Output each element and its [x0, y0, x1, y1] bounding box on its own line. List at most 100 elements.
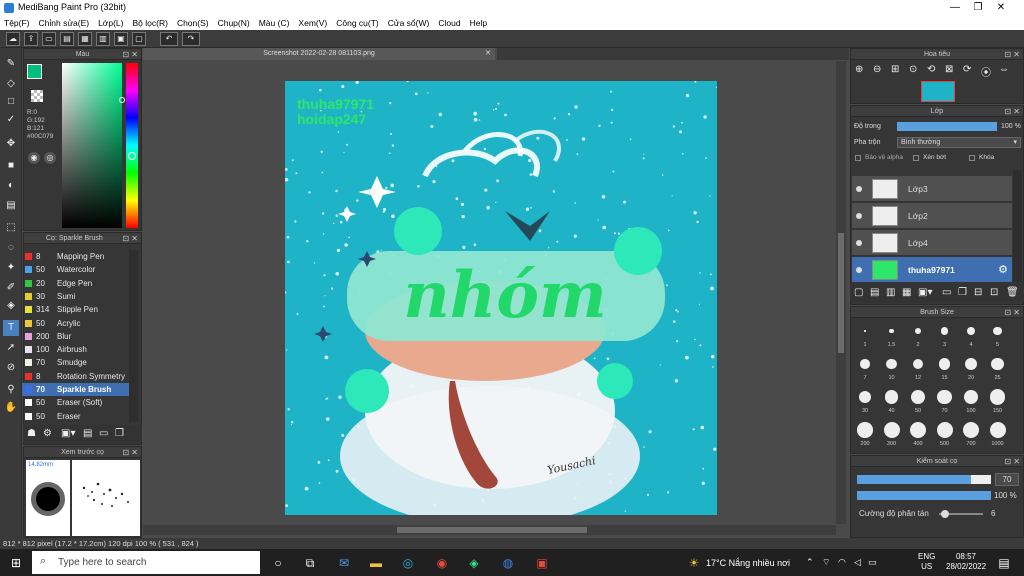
artwork-canvas[interactable]: thuha97971 hoidap247 nhóm Yousachi	[285, 81, 717, 515]
clip-checkbox[interactable]	[913, 155, 919, 161]
brush-size-dot[interactable]	[912, 358, 924, 370]
flip-icon[interactable]: ⇔	[999, 64, 1009, 75]
settings-icon[interactable]: ▣	[114, 32, 128, 46]
layer-row[interactable]: Lớp3	[852, 176, 1012, 202]
close-icon[interactable]: ⊡ ✕	[1004, 49, 1020, 60]
menu-tools[interactable]: Công cụ(T)	[336, 18, 379, 28]
mail-icon[interactable]: ✉	[336, 555, 352, 571]
action-center-icon[interactable]: ▤	[996, 555, 1012, 571]
battery-icon[interactable]: ▭	[868, 557, 877, 568]
wifi-icon[interactable]: ◠	[838, 557, 846, 568]
redo-icon[interactable]: ↷	[182, 32, 200, 46]
weather-text[interactable]: 17°C Nắng nhiều nơi	[706, 558, 790, 568]
grid-icon[interactable]: ▥	[96, 32, 110, 46]
visibility-eye-icon[interactable]	[856, 213, 862, 219]
brush-item[interactable]: 8 Mapping Pen	[22, 250, 130, 263]
brush-size-dot[interactable]	[965, 358, 977, 370]
brush-size-dot[interactable]	[864, 330, 866, 332]
new-layer-icon[interactable]: ▢	[854, 287, 863, 298]
horizontal-scrollbar[interactable]	[143, 525, 836, 535]
brush-item[interactable]: 20 Edge Pen	[22, 277, 130, 290]
brush-item-selected[interactable]: 70 Sparkle Brush	[22, 383, 130, 396]
language-indicator[interactable]: ENG US	[918, 552, 935, 572]
menu-file[interactable]: Tệp(F)	[4, 18, 30, 28]
brush-size-dot[interactable]	[858, 390, 872, 404]
cloud-icon[interactable]: ☁	[6, 32, 20, 46]
chrome-icon[interactable]: ◉	[434, 555, 450, 571]
brush-size-dot[interactable]	[910, 422, 926, 438]
brush-size-dot[interactable]	[963, 422, 979, 438]
brush-size-dot[interactable]	[938, 358, 951, 370]
foreground-color-swatch[interactable]	[27, 64, 42, 79]
menu-select[interactable]: Chọn(S)	[177, 18, 209, 28]
brush-size-dot[interactable]	[857, 422, 873, 438]
layer-row[interactable]: Lớp4	[852, 230, 1012, 256]
close-icon[interactable]: ⊡ ✕	[1004, 307, 1020, 318]
navigator-thumbnail[interactable]	[921, 81, 955, 102]
visibility-eye-icon[interactable]	[856, 186, 862, 192]
select-pen-icon[interactable]: ✓	[3, 112, 19, 128]
brush-size-dot[interactable]	[884, 390, 899, 404]
menu-layer[interactable]: Lớp(L)	[98, 18, 123, 28]
brush-menu-icon[interactable]: ▣▾	[61, 428, 75, 439]
bucket-tool-icon[interactable]: ◐	[3, 178, 19, 194]
brush-tool-icon[interactable]: ✎	[3, 56, 19, 72]
brush-size-dot[interactable]	[940, 327, 949, 335]
brush-size-value[interactable]: 70	[995, 473, 1019, 486]
blend-mode-select[interactable]: Bình thường ▾	[897, 137, 1021, 148]
brush-size-dot[interactable]	[967, 327, 975, 335]
brush-size-dot[interactable]	[860, 359, 870, 369]
panel-icon[interactable]: ▢	[132, 32, 146, 46]
brush-size-dot[interactable]	[991, 357, 1004, 371]
brush-size-slider[interactable]	[857, 475, 991, 484]
menu-view[interactable]: Xem(V)	[298, 18, 327, 28]
brush-size-dot[interactable]	[989, 389, 1006, 405]
brush-size-dot[interactable]	[886, 358, 897, 370]
brush-list-scrollbar[interactable]	[129, 250, 138, 422]
close-button[interactable]: ✕	[978, 0, 1024, 16]
vertical-scrollbar[interactable]	[836, 61, 846, 524]
close-icon[interactable]: ⊡ ✕	[122, 49, 138, 60]
scatter-slider[interactable]	[939, 510, 983, 518]
visibility-eye-icon[interactable]	[856, 240, 862, 246]
clock[interactable]: 08:57 28/02/2022	[946, 552, 986, 572]
brush-size-dot[interactable]	[914, 327, 921, 334]
brush-item[interactable]: 50 Eraser (Soft)	[22, 396, 130, 409]
brush-item[interactable]: 100 Airbrush	[22, 343, 130, 356]
reset-rotation-icon[interactable]: ⦿	[981, 64, 991, 79]
medibang-taskbar-icon[interactable]: ◈	[466, 555, 482, 571]
page-icon[interactable]: ▤	[60, 32, 74, 46]
fit-view-icon[interactable]: ⊞	[891, 64, 899, 75]
layer-opacity-slider[interactable]	[897, 122, 997, 131]
close-icon[interactable]: ⊡ ✕	[122, 233, 138, 244]
gradient-tool-icon[interactable]: ▤	[3, 198, 19, 214]
brush-item[interactable]: 30 Sumi	[22, 290, 130, 303]
layer-row-selected[interactable]: thuha97971 ⚙	[852, 257, 1012, 283]
cortana-icon[interactable]: ○	[270, 555, 286, 571]
scatter-slider-handle[interactable]	[941, 510, 949, 518]
new-8bit-layer-icon[interactable]: ▥	[886, 287, 895, 298]
brush-item[interactable]: 314 Stipple Pen	[22, 303, 130, 316]
menu-capture[interactable]: Chụp(N)	[218, 18, 250, 28]
file-explorer-icon[interactable]: ▬	[368, 555, 384, 571]
zoom-app-icon[interactable]: ◍	[500, 555, 516, 571]
brush-size-dot[interactable]	[989, 422, 1006, 438]
layer-list-scrollbar[interactable]	[1013, 170, 1022, 282]
brush-item[interactable]: 50 Watercolor	[22, 263, 130, 276]
close-icon[interactable]: ✕	[485, 48, 491, 60]
layer-properties-icon[interactable]: ⊡	[990, 287, 998, 298]
layer-menu-icon[interactable]: ▣▾	[918, 287, 932, 298]
comment-icon[interactable]: ▭	[42, 32, 56, 46]
brush-size-dot[interactable]	[937, 389, 952, 405]
add-brush-icon[interactable]: ☗	[27, 428, 36, 439]
brush-size-dot[interactable]	[993, 326, 1002, 336]
merge-layer-icon[interactable]: ⊟	[974, 287, 982, 298]
menu-filter[interactable]: Bộ lọc(R)	[133, 18, 168, 28]
close-icon[interactable]: ⊡ ✕	[1004, 106, 1020, 117]
saturation-value-picker[interactable]	[62, 63, 122, 228]
rotate-left-icon[interactable]: ⟲	[927, 64, 935, 75]
notification-app-icon[interactable]: ▣	[534, 555, 550, 571]
brush-size-dot[interactable]	[936, 422, 953, 438]
color-wheel-icon[interactable]: ◎	[44, 152, 56, 164]
brush-item[interactable]: 70 Smudge	[22, 356, 130, 369]
